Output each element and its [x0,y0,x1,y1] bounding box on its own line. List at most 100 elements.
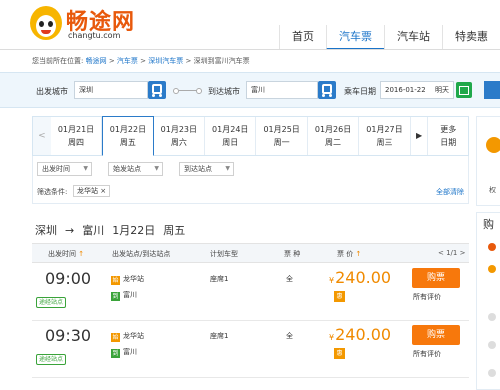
sort-arrow-icon: ↑ [355,250,362,258]
breadcrumb-bus[interactable]: 汽车票 [117,57,138,65]
rights-icon [486,137,500,153]
search-button[interactable] [484,81,500,99]
reviews-link[interactable]: 所有评价 [413,349,441,359]
header-price[interactable]: 票 价 ↑ [337,249,361,259]
via-stations-badge[interactable]: 途经站点 [36,297,67,308]
date-tabs: < 01月21日 周四 01月22日 周五 01月23日 周六 01月24日 周日 01… [32,116,469,156]
date-tab-active[interactable]: 01月22日 周五 [102,116,154,156]
to-station-bus-icon[interactable] [318,81,336,99]
route-week: 周五 [163,224,186,237]
date-tab[interactable]: 01月24日 周日 [205,117,257,155]
route-from: 深圳 [35,224,57,237]
ticket-price: ¥240.00 [329,268,392,287]
from-city-label: 出发城市 [36,87,68,96]
date-value: 2016-01-22 [385,86,426,94]
dot-icon [488,313,496,321]
arrival-station-select[interactable]: 到达站点 ▼ [179,162,234,176]
route-to: 富川 [82,224,105,237]
header-bus-type: 计划车型 [210,250,238,258]
nav-bus-stations[interactable]: 汽车站 [384,25,442,50]
buy-ticket-button[interactable]: 购票 [412,268,460,288]
filter-condition-label: 筛选条件: [37,188,68,196]
destination-station: 到富川 [111,348,137,358]
header-departure-time[interactable]: 出发时间 ↑ [48,249,84,259]
departure-time-select[interactable]: 出发时间 ▼ [37,162,92,176]
ticket-type: 全 [286,332,293,340]
date-tab[interactable]: 01月27日 周三 [359,117,411,155]
origin-station-select[interactable]: 始发站点 ▼ [108,162,163,176]
alert-icon [488,243,496,251]
breadcrumb-prefix: 您当前所在位置: [32,57,84,65]
date-input[interactable]: 2016-01-22 明天 [380,81,454,99]
route-date: 1月22日 [112,224,156,237]
chevron-down-icon: ▼ [225,165,230,172]
next-dates-arrow-icon[interactable]: ▶ [411,117,429,155]
ticket-price: ¥240.00 [329,325,392,344]
origin-station: 始龙华站 [111,275,144,285]
table-row: 09:30 途经站点 始龙华站 到富川 座席1 全 ¥240.00 惠 购票 所… [32,322,469,378]
breadcrumb: 您当前所在位置: 畅途网 > 汽车票 > 深圳汽车票 > 深圳到富川汽车票 [32,57,250,65]
origin-mark-icon: 始 [111,276,120,285]
destination-station: 到富川 [111,291,137,301]
header-station: 出发站点/到达站点 [112,250,171,258]
discount-tag: 惠 [334,348,345,359]
date-tab[interactable]: 01月23日 周六 [154,117,206,155]
buy-ticket-button[interactable]: 购票 [412,325,460,345]
date-tab[interactable]: 01月21日 周四 [51,117,103,155]
destination-mark-icon: 到 [111,349,120,358]
info-icon [488,265,496,273]
sort-arrow-icon: ↑ [78,250,85,258]
side-panel-title: 购 [483,218,494,231]
to-city-label: 到达城市 [208,87,240,96]
date-day-hint: 明天 [435,86,449,94]
route-summary: 深圳 → 富川 1月22日 周五 [35,222,193,238]
site-logo[interactable]: 畅途网 changtu.com [30,4,145,44]
reviews-link[interactable]: 所有评价 [413,292,441,302]
date-tab[interactable]: 01月25日 周一 [256,117,308,155]
clear-all-filters-link[interactable]: 全部清除 [436,187,464,197]
swap-cities-icon[interactable] [173,86,203,96]
date-tab[interactable]: 01月26日 周二 [308,117,360,155]
breadcrumb-home[interactable]: 畅途网 [86,57,107,65]
ticket-type: 全 [286,275,293,283]
filter-panel: 出发时间 ▼ 始发站点 ▼ 到达站点 ▼ 筛选条件: 龙华站 × 全部清除 [32,156,469,204]
origin-mark-icon: 始 [111,333,120,342]
route-arrow: → [65,224,75,237]
to-city-input[interactable]: 富川 [246,81,318,99]
nav-bus-tickets[interactable]: 汽车票 [326,25,384,50]
pager[interactable]: < 1/1 > [438,249,465,257]
date-label: 乘车日期 [344,87,376,96]
side-panel-purchase: 购 [476,212,500,390]
chevron-down-icon: ▼ [83,165,88,172]
breadcrumb-current: 深圳到富川汽车票 [193,57,250,65]
via-stations-badge[interactable]: 途经站点 [36,354,67,365]
from-city-input[interactable]: 深圳 [74,81,148,99]
departure-time: 09:30 [45,326,92,345]
site-header: 畅途网 changtu.com 首页 汽车票 汽车站 特卖惠 [0,0,500,50]
departure-time: 09:00 [45,269,92,288]
from-station-bus-icon[interactable] [148,81,166,99]
dot-icon [488,341,496,349]
logo-domain: changtu.com [68,31,121,40]
bus-type: 座席1 [210,332,229,340]
table-row: 09:00 途经站点 始龙华站 到富川 座席1 全 ¥240.00 惠 购票 所… [32,265,469,321]
chevron-down-icon: ▼ [154,165,159,172]
dot-icon [488,369,496,377]
prev-dates-arrow-icon[interactable]: < [33,117,51,155]
main-nav: 首页 汽车票 汽车站 特卖惠 [279,25,500,50]
side-panel-text: 权 [489,186,496,194]
breadcrumb-city[interactable]: 深圳汽车票 [148,57,183,65]
nav-home[interactable]: 首页 [279,25,326,50]
destination-mark-icon: 到 [111,292,120,301]
header-ticket-type: 票 种 [284,250,301,258]
more-dates-link[interactable]: 更多 日期 [428,117,468,155]
origin-station: 始龙华站 [111,332,144,342]
results-table-header: 出发时间 ↑ 出发站点/到达站点 计划车型 票 种 票 价 ↑ < 1/1 > [32,243,469,263]
calendar-icon[interactable] [456,82,472,98]
bus-type: 座席1 [210,275,229,283]
search-bar: 出发城市 深圳 到达城市 富川 乘车日期 2016-01-22 明天 [0,72,500,108]
logo-mascot-icon [30,6,62,40]
header-divider [0,49,500,50]
filter-tag[interactable]: 龙华站 × [73,185,111,197]
nav-deals[interactable]: 特卖惠 [442,25,500,50]
